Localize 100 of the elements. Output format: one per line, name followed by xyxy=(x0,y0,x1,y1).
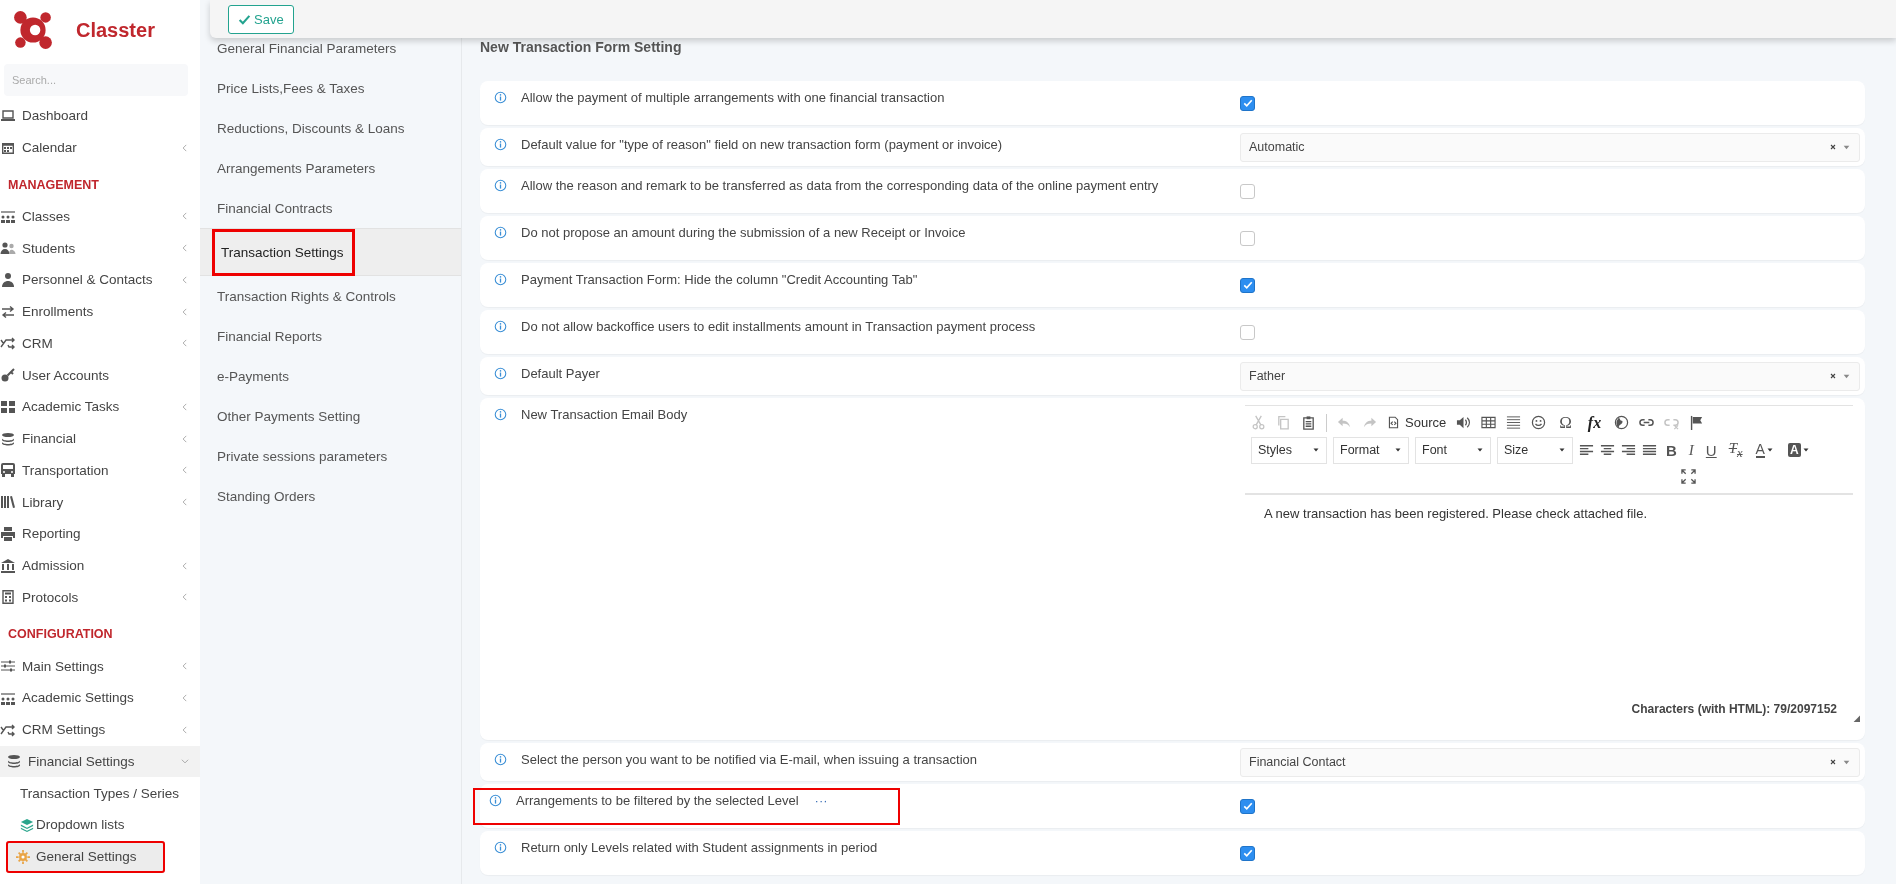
speaker-icon[interactable] xyxy=(1456,415,1472,430)
chevron-left-icon xyxy=(180,306,190,317)
info-icon[interactable] xyxy=(494,841,507,854)
settings-menu-item[interactable]: Transaction Rights & Controls xyxy=(217,288,396,304)
settings-menu-item[interactable]: Other Payments Setting xyxy=(217,408,361,424)
info-icon[interactable] xyxy=(494,138,507,151)
settings-menu-item[interactable]: General Financial Parameters xyxy=(217,40,397,56)
sidebar-item[interactable]: Financial xyxy=(0,422,200,455)
sidebar-subitem[interactable]: General Settings xyxy=(6,840,165,873)
sidebar-item[interactable]: Library xyxy=(0,486,200,518)
settings-menu-item[interactable]: Standing Orders xyxy=(217,488,316,504)
select-field[interactable]: Automatic xyxy=(1240,132,1860,162)
editor-dropdown[interactable]: Styles xyxy=(1251,436,1327,464)
setting-label: Payment Transaction Form: Hide the column "Credit Accounting Tab" xyxy=(521,272,918,288)
sidebar-item[interactable]: Classes xyxy=(0,200,200,233)
resize-handle-icon[interactable] xyxy=(1852,714,1860,722)
caret-icon xyxy=(1801,446,1810,454)
checkbox[interactable] xyxy=(1240,95,1255,111)
align-justify-icon[interactable] xyxy=(1642,442,1657,458)
smiley-icon[interactable] xyxy=(1531,415,1547,430)
info-icon[interactable] xyxy=(494,408,507,421)
sidebar-item[interactable]: Dashboard xyxy=(0,100,200,132)
source-button[interactable]: Source xyxy=(1387,415,1447,430)
maximize-icon[interactable] xyxy=(1681,468,1696,484)
sidebar-item[interactable]: Calendar xyxy=(0,131,200,164)
search-field[interactable]: Search... xyxy=(4,64,188,96)
special-character-button[interactable]: Ω xyxy=(1556,412,1575,433)
info-icon[interactable] xyxy=(494,91,507,104)
sidebar-item[interactable]: Protocols xyxy=(0,581,200,614)
sidebar-item[interactable]: Financial Settings xyxy=(0,745,200,778)
editor-dropdown[interactable]: Size xyxy=(1497,436,1573,464)
text-color-button[interactable]: A xyxy=(1751,442,1778,458)
section-heading: CONFIGURATION xyxy=(7,626,114,644)
sidebar-item[interactable]: Academic Tasks xyxy=(0,391,200,423)
italic-button[interactable]: I xyxy=(1685,441,1697,459)
caret-icon xyxy=(1765,446,1774,454)
logo-icon xyxy=(12,9,54,51)
flag-icon[interactable] xyxy=(1689,415,1705,430)
chevron-left-icon xyxy=(180,592,190,603)
info-icon[interactable] xyxy=(494,273,507,286)
shuffle-icon xyxy=(0,335,16,352)
info-icon[interactable] xyxy=(494,179,507,192)
checkbox[interactable] xyxy=(1240,798,1255,814)
sidebar-item[interactable]: CRM Settings xyxy=(0,713,200,746)
clear-icon[interactable] xyxy=(1829,143,1837,151)
document-code-icon xyxy=(1387,415,1400,430)
select-field[interactable]: Father xyxy=(1240,361,1860,391)
info-icon[interactable] xyxy=(489,794,502,807)
sidebar-item[interactable]: Transportation xyxy=(0,454,200,487)
sidebar-item[interactable]: Reporting xyxy=(0,518,200,550)
settings-menu-item[interactable]: e-Payments xyxy=(217,368,290,384)
sidebar-item[interactable]: Personnel & Contacts xyxy=(0,264,200,296)
editor-dropdown[interactable]: Format xyxy=(1333,436,1409,464)
sidebar-item[interactable]: Admission xyxy=(0,549,200,582)
sidebar-subitem[interactable]: Dropdown lists xyxy=(0,809,200,841)
settings-menu-item[interactable]: Arrangements Parameters xyxy=(217,160,376,176)
info-icon[interactable] xyxy=(494,367,507,380)
editor-text: A new transaction has been registered. Please check attached file. xyxy=(1264,506,1648,521)
setting-label: New Transaction Email Body xyxy=(521,407,688,423)
sidebar-item[interactable]: Academic Settings xyxy=(0,682,200,714)
checkbox[interactable] xyxy=(1240,845,1255,861)
background-color-button[interactable]: A xyxy=(1783,443,1814,457)
settings-menu-item[interactable]: Financial Reports xyxy=(217,328,323,344)
settings-menu-item[interactable]: Reductions, Discounts & Loans xyxy=(217,120,405,136)
checkbox[interactable] xyxy=(1240,324,1255,340)
sidebar-item[interactable]: Enrollments xyxy=(0,295,200,328)
sidebar-item[interactable]: Main Settings xyxy=(0,650,200,682)
globe-icon[interactable] xyxy=(1614,415,1630,430)
caret-icon xyxy=(1394,446,1402,454)
horizontal-lines-icon[interactable] xyxy=(1506,415,1522,430)
settings-menu-item[interactable]: Transaction Settings xyxy=(212,228,355,276)
clear-icon[interactable] xyxy=(1829,758,1837,766)
checkbox[interactable] xyxy=(1240,230,1255,246)
settings-menu-item[interactable]: Price Lists,Fees & Taxes xyxy=(217,80,365,96)
sidebar-item[interactable]: CRM xyxy=(0,327,200,360)
settings-menu-item[interactable]: Private sessions parameters xyxy=(217,448,388,464)
clear-icon[interactable] xyxy=(1829,372,1837,380)
info-icon[interactable] xyxy=(494,226,507,239)
underline-button[interactable]: U xyxy=(1702,441,1720,459)
info-icon[interactable] xyxy=(494,753,507,766)
coins-icon xyxy=(0,430,16,447)
settings-menu-item[interactable]: Financial Contracts xyxy=(217,200,333,216)
paste-icon[interactable] xyxy=(1301,415,1316,430)
users-icon xyxy=(0,240,16,257)
table-icon[interactable] xyxy=(1481,415,1497,430)
align-center-icon[interactable] xyxy=(1600,442,1615,458)
select-field[interactable]: Financial Contact xyxy=(1240,747,1860,777)
sidebar-subitem[interactable]: Transaction Types / Series xyxy=(0,777,200,809)
chevron-left-icon xyxy=(180,211,190,222)
bold-button[interactable]: B xyxy=(1663,441,1680,459)
checkbox[interactable] xyxy=(1240,183,1255,199)
sidebar-item[interactable]: Students xyxy=(0,232,200,264)
align-left-icon[interactable] xyxy=(1579,442,1594,458)
checkbox[interactable] xyxy=(1240,277,1255,293)
formula-button[interactable]: fx xyxy=(1584,413,1605,432)
more-indicator[interactable]: ··· xyxy=(814,793,828,808)
info-icon[interactable] xyxy=(494,320,507,333)
align-right-icon[interactable] xyxy=(1621,442,1636,458)
editor-dropdown[interactable]: Font xyxy=(1415,436,1491,464)
sidebar-item[interactable]: User Accounts xyxy=(0,359,200,391)
